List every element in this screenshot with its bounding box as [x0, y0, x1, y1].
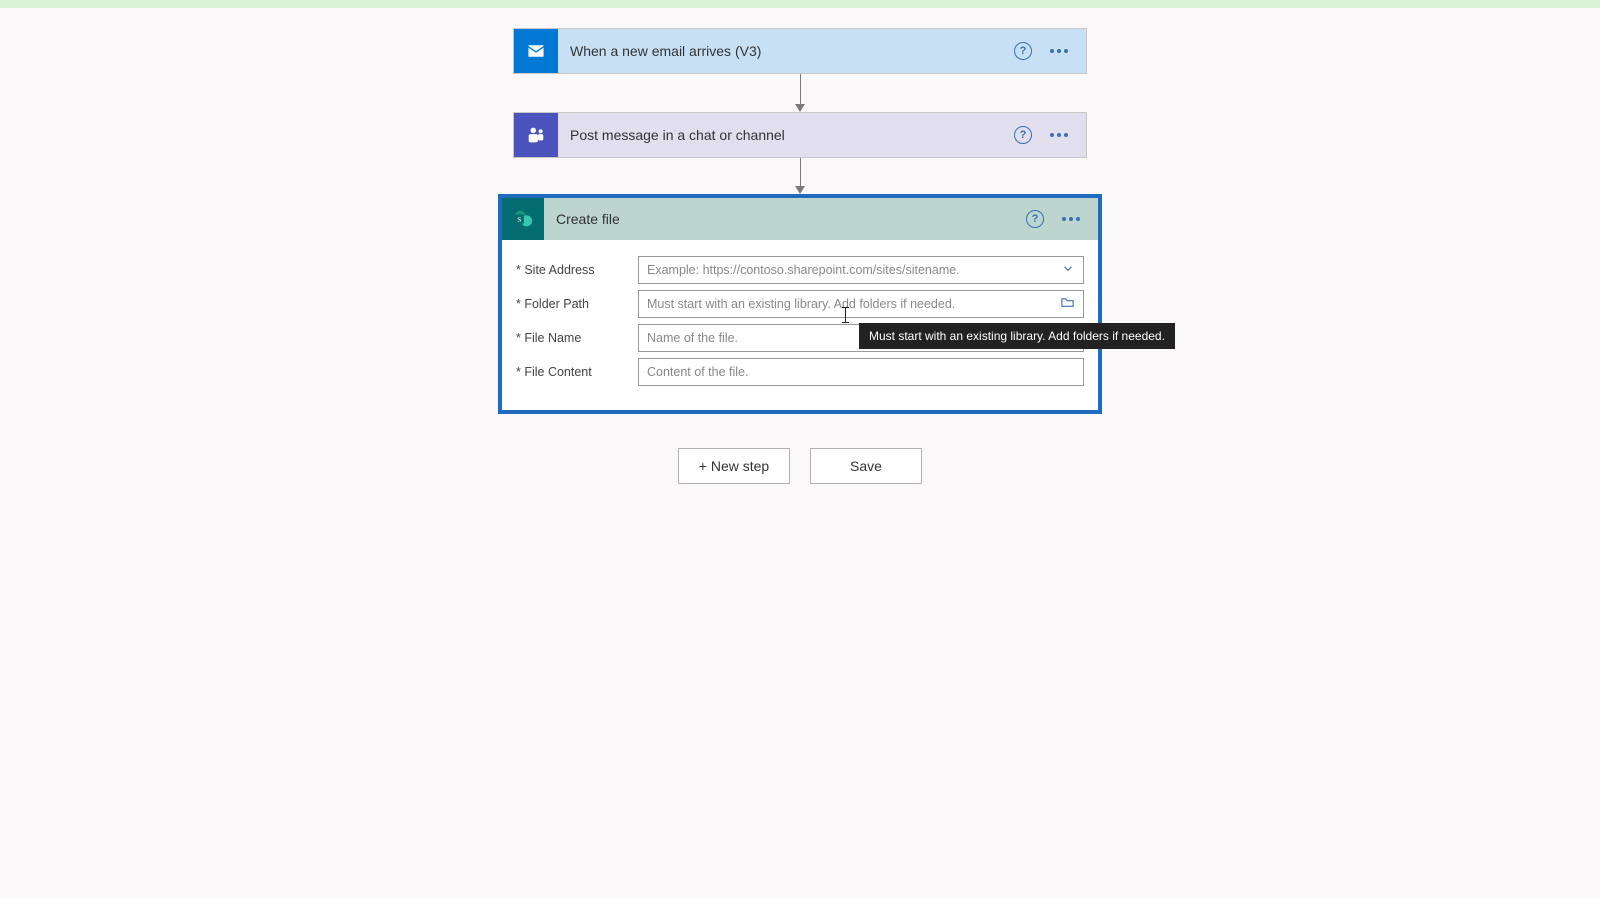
connector-arrow — [800, 74, 801, 112]
notification-bar — [0, 0, 1600, 8]
footer-buttons: + New step Save — [678, 448, 922, 484]
placeholder-text: Content of the file. — [647, 365, 748, 379]
svg-text:S: S — [517, 215, 521, 224]
more-icon[interactable] — [1050, 133, 1068, 137]
save-button[interactable]: Save — [810, 448, 922, 484]
label-site-address: * Site Address — [516, 263, 638, 277]
step-title: When a new email arrives (V3) — [558, 43, 1014, 59]
label-file-name: * File Name — [516, 331, 638, 345]
connector-arrow — [800, 158, 801, 194]
help-icon[interactable]: ? — [1026, 210, 1044, 228]
new-step-button[interactable]: + New step — [678, 448, 790, 484]
tooltip: Must start with an existing library. Add… — [859, 323, 1175, 349]
help-icon[interactable]: ? — [1014, 126, 1032, 144]
input-file-content[interactable]: Content of the file. — [638, 358, 1084, 386]
placeholder-text: Name of the file. — [647, 331, 738, 345]
step-card-sharepoint-create-file: S Create file ? * Site Address Example: … — [498, 194, 1102, 414]
teams-icon — [514, 113, 558, 157]
label-folder-path: * Folder Path — [516, 297, 638, 311]
input-folder-path[interactable]: Must start with an existing library. Add… — [638, 290, 1084, 318]
label-file-content: * File Content — [516, 365, 638, 379]
flow-canvas: When a new email arrives (V3) ? Post mes… — [0, 8, 1600, 484]
step-title: Create file — [544, 211, 1026, 227]
placeholder-text: Must start with an existing library. Add… — [647, 297, 955, 311]
step-body: * Site Address Example: https://contoso.… — [502, 240, 1098, 410]
text-cursor-icon — [845, 307, 846, 323]
sharepoint-icon: S — [502, 198, 544, 240]
more-icon[interactable] — [1050, 49, 1068, 53]
step-card-teams[interactable]: Post message in a chat or channel ? — [513, 112, 1087, 158]
input-file-name[interactable]: Name of the file. Must start with an exi… — [638, 324, 1084, 352]
placeholder-text: Example: https://contoso.sharepoint.com/… — [647, 263, 960, 277]
chevron-down-icon[interactable] — [1061, 262, 1075, 279]
step-title: Post message in a chat or channel — [558, 127, 1014, 143]
more-icon[interactable] — [1062, 217, 1080, 221]
outlook-icon — [514, 29, 558, 73]
step-header[interactable]: S Create file ? — [502, 198, 1098, 240]
step-card-outlook-trigger[interactable]: When a new email arrives (V3) ? — [513, 28, 1087, 74]
folder-picker-icon[interactable] — [1060, 295, 1075, 313]
input-site-address[interactable]: Example: https://contoso.sharepoint.com/… — [638, 256, 1084, 284]
help-icon[interactable]: ? — [1014, 42, 1032, 60]
